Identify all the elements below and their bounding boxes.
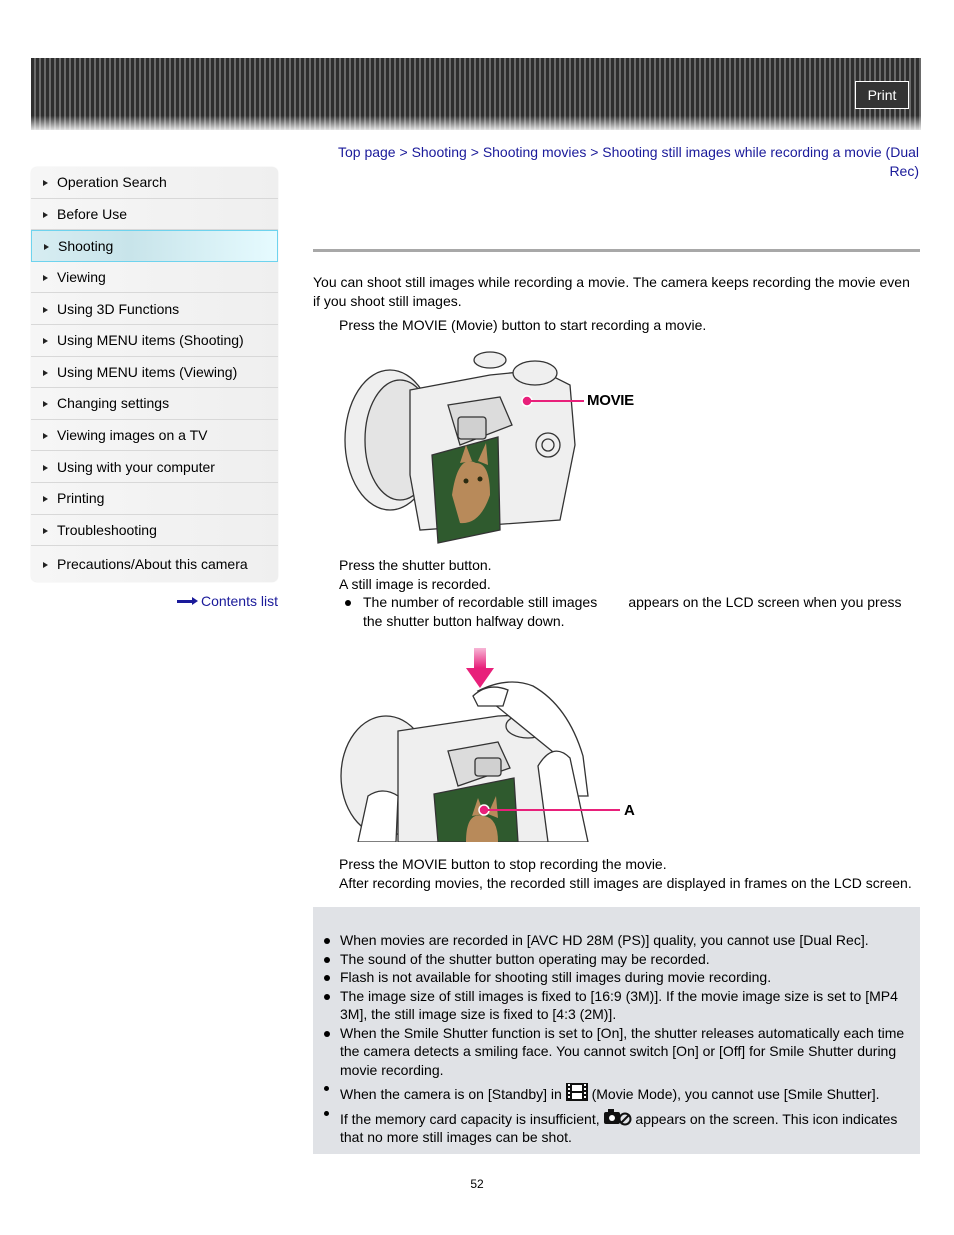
print-button[interactable]: Print: [855, 81, 909, 109]
note-item: If the memory card capacity is insuffici…: [313, 1108, 920, 1147]
sidebar-item-label: Precautions/About this camera: [57, 556, 248, 573]
bullet-icon: [313, 950, 340, 969]
sidebar-item-label: Shooting: [58, 237, 114, 254]
arrow-right-icon: [43, 275, 48, 282]
arrow-right-icon: [43, 369, 48, 376]
arrow-right-icon: [43, 338, 48, 345]
sidebar-item-precautions[interactable]: Precautions/About this camera: [31, 546, 278, 583]
bullet-icon: [313, 1083, 340, 1104]
sidebar-nav: Operation Search Before Use Shooting Vie…: [31, 167, 278, 583]
breadcrumb: Top page > Shooting > Shooting movies > …: [313, 143, 919, 181]
arrow-right-icon: [43, 401, 48, 408]
note-memory-text-start: If the memory card capacity is insuffici…: [340, 1110, 600, 1127]
sidebar-item-viewing[interactable]: Viewing: [31, 261, 278, 294]
bullet-icon: [313, 968, 340, 987]
sidebar-item-label: Using with your computer: [57, 458, 215, 475]
arrow-right-icon: [43, 527, 48, 534]
arrow-right-icon: [43, 464, 48, 471]
sidebar-item-label: Viewing: [57, 269, 106, 286]
note-item: The sound of the shutter button operatin…: [313, 950, 920, 969]
step-2-bullet-text: The number of recordable still images ap…: [363, 594, 906, 629]
sidebar-item-label: Troubleshooting: [57, 521, 157, 538]
note-standby-text-start: When the camera is on [Standby] in: [340, 1086, 562, 1102]
sidebar-item-troubleshooting[interactable]: Troubleshooting: [31, 514, 278, 547]
camera-shutter-press-illustration: [340, 648, 620, 842]
arrow-right-icon: [43, 562, 48, 569]
step-2-subtext: A still image is recorded.: [339, 576, 491, 592]
contents-list-label: Contents list: [200, 593, 278, 609]
lcd-callout-label: A: [624, 802, 635, 819]
movie-callout-label: MOVIE: [587, 392, 634, 409]
arrow-right-icon: [43, 180, 48, 187]
page-number: 52: [470, 1177, 484, 1191]
sidebar-item-viewing-tv[interactable]: Viewing images on a TV: [31, 419, 278, 452]
arrow-right-icon: [43, 306, 48, 313]
bullet-icon: [313, 931, 340, 950]
contents-list-link[interactable]: Contents list: [175, 592, 278, 610]
sidebar-item-computer[interactable]: Using with your computer: [31, 451, 278, 483]
sidebar-item-label: Changing settings: [57, 395, 170, 412]
arrow-down-icon: [466, 648, 494, 688]
bullet-icon: [313, 1024, 340, 1080]
breadcrumb-shooting[interactable]: Shooting: [412, 144, 467, 160]
breadcrumb-separator: >: [399, 144, 408, 160]
arrow-right-icon: [43, 496, 48, 503]
arrow-right-icon: [43, 211, 48, 218]
intro-text: You can shoot still images while recordi…: [313, 274, 910, 309]
bullet-icon: [339, 593, 363, 631]
sidebar-item-printing[interactable]: Printing: [31, 482, 278, 515]
bullet-icon: [313, 987, 340, 1024]
step-3-subtext: After recording movies, the recorded sti…: [339, 875, 912, 891]
sidebar-item-label: Using MENU items (Viewing): [57, 363, 238, 380]
sidebar-item-before-use[interactable]: Before Use: [31, 198, 278, 231]
sidebar-item-3d-functions[interactable]: Using 3D Functions: [31, 293, 278, 325]
note-item: The image size of still images is fixed …: [313, 987, 920, 1024]
sidebar-item-label: Before Use: [57, 205, 128, 222]
sidebar-item-label: Printing: [57, 490, 105, 507]
breadcrumb-separator: >: [470, 144, 479, 160]
movie-mode-icon: [565, 1083, 588, 1101]
no-still-image-icon: [603, 1108, 632, 1125]
note-item: When the camera is on [Standby] in (Movi…: [313, 1083, 920, 1104]
step-2-bullet: The number of recordable still images ap…: [339, 593, 919, 631]
step-3-text: Press the MOVIE button to stop recording…: [339, 856, 667, 872]
breadcrumb-current-page[interactable]: Shooting still images while recording a …: [602, 144, 919, 179]
sidebar-item-label: Operation Search: [57, 174, 167, 191]
sidebar-item-changing-settings[interactable]: Changing settings: [31, 388, 278, 420]
sidebar-item-label: Using MENU items (Shooting): [57, 332, 244, 349]
sidebar-item-label: Using 3D Functions: [57, 300, 180, 317]
camera-movie-button-illustration: [344, 351, 584, 544]
title-divider: [313, 249, 920, 252]
sidebar-item-menu-shooting[interactable]: Using MENU items (Shooting): [31, 324, 278, 357]
note-item: Flash is not available for shooting stil…: [313, 968, 920, 987]
header-banner: [31, 58, 921, 130]
bullet-icon: [313, 1108, 340, 1147]
sidebar-item-menu-viewing[interactable]: Using MENU items (Viewing): [31, 356, 278, 389]
note-item: When the Smile Shutter function is set t…: [313, 1024, 920, 1080]
sidebar-item-shooting[interactable]: Shooting: [31, 230, 278, 262]
step-2-text: Press the shutter button.: [339, 557, 492, 573]
arrow-right-icon: [43, 433, 48, 440]
note-item: When movies are recorded in [AVC HD 28M …: [313, 931, 920, 950]
arrow-right-icon: [44, 243, 49, 250]
step-1-text: Press the MOVIE (Movie) button to start …: [339, 317, 707, 333]
breadcrumb-top-page[interactable]: Top page: [338, 144, 396, 160]
note-standby-text-end: (Movie Mode), you cannot use [Smile Shut…: [591, 1086, 880, 1102]
sidebar-item-operation-search[interactable]: Operation Search: [31, 167, 278, 199]
sidebar-item-label: Viewing images on a TV: [57, 427, 208, 444]
notes-box: When movies are recorded in [AVC HD 28M …: [313, 907, 920, 1154]
breadcrumb-shooting-movies[interactable]: Shooting movies: [483, 144, 587, 160]
arrow-right-icon: [176, 596, 199, 606]
breadcrumb-separator: >: [590, 144, 599, 160]
